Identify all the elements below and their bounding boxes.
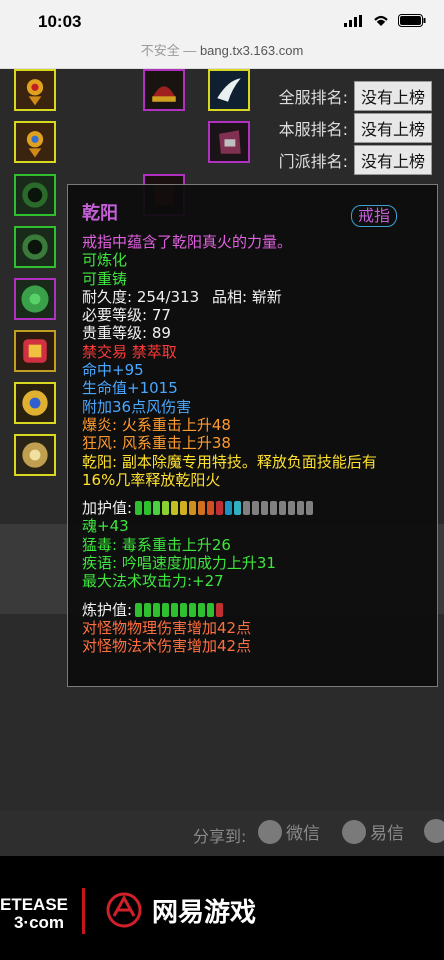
netease-logo: ETEASE 3·com	[0, 896, 68, 932]
refine-label: 炼护值:	[82, 600, 133, 619]
pendant-icon	[16, 384, 54, 422]
amulet-icon	[16, 123, 54, 161]
rank-label: 本服排名:	[278, 120, 348, 139]
protect-stat: 疾语: 吟唱速度加成力上升31	[82, 554, 276, 573]
item-stat: 命中+95	[82, 361, 144, 380]
equip-slot-ring-2[interactable]	[14, 226, 56, 268]
netease-logo-domain: 3·com	[13, 913, 65, 932]
equip-slot-ring-1[interactable]	[14, 174, 56, 216]
rank-label: 全服排名:	[278, 88, 348, 107]
battery-icon	[398, 14, 426, 27]
footer: ETEASE 3·com 网易游戏	[0, 856, 444, 960]
netease-logo-text: ETEASE	[0, 895, 69, 914]
netease-games-logo: 网易游戏	[104, 890, 256, 930]
equip-slot-armor[interactable]	[208, 121, 250, 163]
quality-value: 崭新	[251, 287, 282, 306]
quality-label: 品相:	[211, 287, 248, 306]
refine-stat: 对怪物物理伤害增加42点	[82, 618, 252, 637]
item-tooltip: 乾阳 戒指 戒指中蕴含了乾阳真火的力量。 可炼化 可重铸 耐久度: 254/31…	[67, 184, 438, 687]
clock: 10:03	[38, 12, 82, 31]
equip-slot-amulet-1[interactable]	[14, 69, 56, 111]
required-level-value: 77	[151, 306, 171, 325]
durability-label: 耐久度:	[82, 287, 133, 306]
item-refinable: 可炼化	[82, 251, 128, 270]
protect-label: 加护值:	[82, 499, 133, 518]
ring-icon	[16, 176, 54, 214]
equip-slot-charm[interactable]	[14, 278, 56, 320]
item-special-skill-cont: 16%几率释放乾阳火	[82, 470, 221, 489]
item-restrictions: 禁交易 禁萃取	[82, 342, 177, 361]
item-type-badge: 戒指	[350, 205, 397, 228]
share-label: 分享到:	[193, 827, 247, 846]
rank-value-button[interactable]: 没有上榜	[353, 113, 432, 143]
share-yixin-label: 易信	[370, 824, 404, 844]
refine-stat: 对怪物法术伤害增加42点	[82, 637, 252, 656]
rare-level-value: 89	[151, 324, 171, 343]
share-wechat-label: 微信	[286, 824, 320, 844]
equip-slot-amulet-2[interactable]	[14, 121, 56, 163]
protect-stat: 魂+43	[82, 517, 129, 536]
status-bar: 10:03	[0, 0, 444, 40]
item-recastable: 可重铸	[82, 269, 128, 288]
protect-stat: 最大法术攻击力:+27	[82, 572, 224, 591]
equip-slot-token[interactable]	[14, 434, 56, 476]
status-icons	[344, 14, 426, 27]
address-bar[interactable]: 不安全 — bang.tx3.163.com	[0, 40, 444, 69]
token-icon	[16, 436, 54, 474]
refine-value-row: 炼护值:	[82, 601, 423, 619]
gem-icon	[16, 332, 54, 370]
protect-value-row: 加护值:	[82, 499, 423, 517]
item-stat: 生命值+1015	[82, 379, 178, 398]
protect-stat: 猛毒: 毒系重击上升26	[82, 535, 231, 554]
item-durability: 耐久度: 254/313 品相: 崭新	[82, 288, 423, 306]
refine-value-bar	[135, 602, 224, 617]
crane-icon	[210, 71, 248, 109]
rank-row-server-all: 全服排名: 没有上榜	[279, 81, 432, 111]
armor-icon	[210, 123, 248, 161]
signal-icon	[344, 14, 362, 27]
item-rare-level: 贵重等级: 89	[82, 324, 423, 342]
insecure-label: 不安全 —	[140, 43, 197, 58]
url-text: bang.tx3.163.com	[199, 43, 304, 58]
yixin-icon	[342, 819, 366, 844]
item-description: 戒指中蕴含了乾阳真火的力量。	[82, 233, 293, 251]
rank-label: 门派排名:	[278, 152, 348, 171]
netease-games-emblem-icon	[106, 892, 142, 928]
rank-row-server: 本服排名: 没有上榜	[279, 113, 432, 143]
share-weibo-button[interactable]	[424, 819, 444, 843]
rank-value-button[interactable]: 没有上榜	[353, 81, 432, 111]
item-bonus: 爆炎: 火系重击上升48	[82, 415, 231, 434]
equip-slot-pendant[interactable]	[14, 382, 56, 424]
page-content: 全服排名: 没有上榜 本服排名: 没有上榜 门派排名: 没有上榜 分享到: 微信…	[0, 69, 444, 960]
footer-divider	[82, 888, 85, 934]
rare-level-label: 贵重等级:	[82, 324, 148, 343]
netease-games-text: 网易游戏	[152, 897, 257, 928]
share-bar: 分享到: 微信 易信	[0, 811, 444, 856]
amulet-icon	[16, 71, 54, 109]
weibo-icon	[424, 819, 444, 843]
equip-slot-mount[interactable]	[208, 69, 250, 111]
item-stat: 附加36点风伤害	[82, 397, 192, 416]
equip-slot-helmet[interactable]	[143, 69, 185, 111]
share-yixin-button[interactable]: 易信	[342, 819, 404, 844]
required-level-label: 必要等级:	[82, 306, 148, 325]
durability-value: 254/313	[136, 287, 200, 306]
rank-row-school: 门派排名: 没有上榜	[279, 145, 432, 175]
ring-icon	[16, 228, 54, 266]
share-wechat-button[interactable]: 微信	[258, 819, 320, 844]
helmet-icon	[145, 71, 183, 109]
item-bonus: 狂风: 风系重击上升38	[82, 434, 231, 453]
protect-value-bar	[135, 501, 314, 516]
equip-slot-gem[interactable]	[14, 330, 56, 372]
jade-icon	[16, 280, 54, 318]
item-required-level: 必要等级: 77	[82, 306, 423, 324]
item-special-skill: 乾阳: 副本除魔专用特技。释放负面技能后有	[82, 452, 377, 471]
wechat-icon	[258, 819, 282, 844]
wifi-icon	[374, 15, 388, 26]
rank-value-button[interactable]: 没有上榜	[353, 145, 432, 175]
